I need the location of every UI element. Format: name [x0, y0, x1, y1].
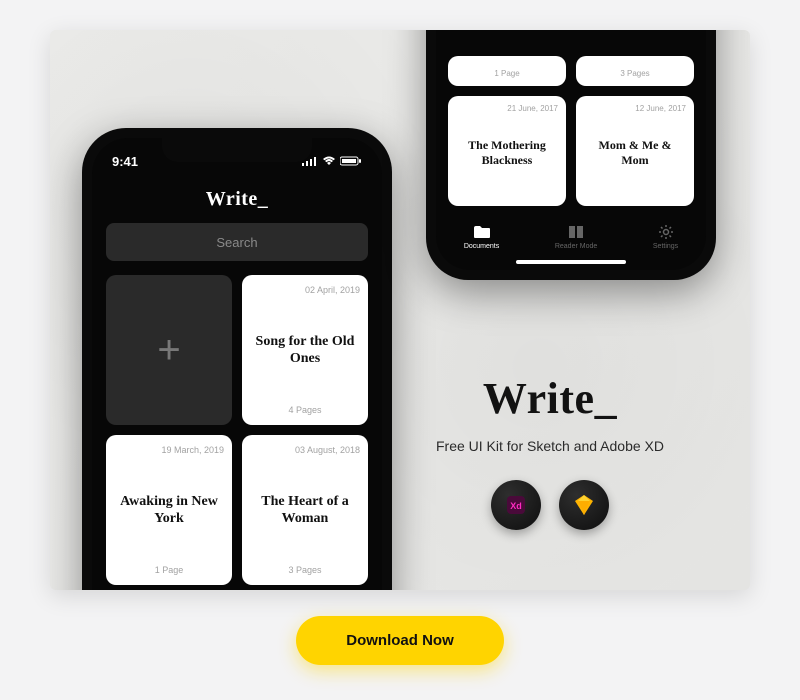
documents-grid: 1 Page 3 Pages 21 June, 2017 The Motheri…	[436, 56, 706, 206]
adobe-xd-badge[interactable]: Xd	[491, 480, 541, 530]
document-card[interactable]: 3 Pages	[576, 56, 694, 86]
tab-documents[interactable]: Documents	[464, 224, 499, 250]
tab-label: Reader Mode	[555, 243, 597, 250]
document-title: The Heart of a Woman	[250, 493, 360, 528]
search-input[interactable]: Search	[106, 223, 368, 261]
tab-reader-mode[interactable]: Reader Mode	[555, 224, 597, 250]
phone-mockup-right: 1 Page 3 Pages 21 June, 2017 The Motheri…	[426, 30, 716, 280]
plus-icon: +	[157, 328, 180, 373]
promo-subtitle: Free UI Kit for Sketch and Adobe XD	[410, 438, 690, 454]
document-title: Awaking in New York	[114, 493, 224, 528]
search-placeholder: Search	[216, 235, 257, 250]
document-date: 02 April, 2019	[250, 285, 360, 295]
home-indicator	[516, 260, 626, 264]
document-title: The Mothering Blackness	[456, 138, 558, 168]
promo-title: Write_	[410, 373, 690, 424]
tab-label: Documents	[464, 243, 499, 250]
document-pages: 1 Page	[456, 69, 558, 78]
promo-block: Write_ Free UI Kit for Sketch and Adobe …	[410, 373, 690, 530]
documents-grid: + 02 April, 2019 Song for the Old Ones 4…	[92, 275, 382, 590]
document-title: Mom & Me & Mom	[584, 138, 686, 168]
phone-notch	[162, 138, 312, 162]
download-label: Download Now	[346, 632, 454, 649]
folder-icon	[473, 224, 491, 240]
sketch-badge[interactable]	[559, 480, 609, 530]
document-date: 12 June, 2017	[584, 104, 686, 113]
new-document-card[interactable]: +	[106, 275, 232, 425]
document-card[interactable]: 12 June, 2017 Mom & Me & Mom	[576, 96, 694, 206]
phone-screen: 1 Page 3 Pages 21 June, 2017 The Motheri…	[436, 30, 706, 270]
battery-icon	[340, 154, 362, 169]
status-time: 9:41	[112, 154, 138, 169]
document-pages: 3 Pages	[584, 69, 686, 78]
document-date: 21 June, 2017	[456, 104, 558, 113]
document-date: 19 March, 2019	[114, 445, 224, 455]
document-card[interactable]: 03 August, 2018 The Heart of a Woman 3 P…	[242, 435, 368, 585]
app-title: Write_	[92, 188, 382, 211]
document-pages: 3 Pages	[250, 565, 360, 575]
sketch-icon	[572, 494, 596, 516]
phone-mockup-left: 9:41 Write_ Search	[82, 128, 392, 590]
status-icons	[302, 154, 362, 169]
document-card[interactable]: 1 Page	[448, 56, 566, 86]
columns-icon	[567, 224, 585, 240]
phone-screen: 9:41 Write_ Search	[92, 138, 382, 590]
wifi-icon	[322, 154, 336, 169]
hero-image: 9:41 Write_ Search	[50, 30, 750, 590]
document-title: Song for the Old Ones	[250, 333, 360, 368]
app-badges: Xd	[410, 480, 690, 530]
svg-text:Xd: Xd	[510, 501, 522, 511]
document-pages: 1 Page	[114, 565, 224, 575]
document-date: 03 August, 2018	[250, 445, 360, 455]
download-button[interactable]: Download Now	[296, 616, 504, 665]
tab-settings[interactable]: Settings	[653, 224, 678, 250]
tab-bar: Documents Reader Mode Settings	[436, 216, 706, 254]
document-card[interactable]: 19 March, 2019 Awaking in New York 1 Pag…	[106, 435, 232, 585]
document-card[interactable]: 21 June, 2017 The Mothering Blackness	[448, 96, 566, 206]
document-card[interactable]: 02 April, 2019 Song for the Old Ones 4 P…	[242, 275, 368, 425]
gear-icon	[657, 224, 675, 240]
document-pages: 4 Pages	[250, 405, 360, 415]
adobe-xd-icon: Xd	[504, 493, 528, 517]
tab-label: Settings	[653, 243, 678, 250]
